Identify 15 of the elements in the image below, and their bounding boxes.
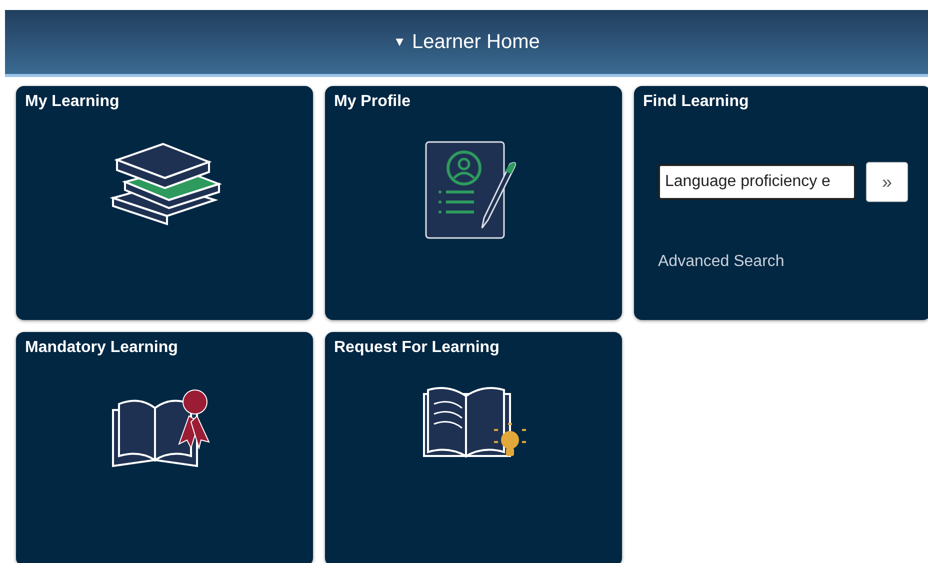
search-button[interactable]: » (866, 162, 908, 202)
tile-title: My Profile (334, 92, 412, 112)
tile[interactable]: Request For Learning (325, 332, 622, 563)
tile[interactable]: Mandatory Learning (16, 332, 313, 563)
search-field[interactable]: Language proficiency e (658, 164, 856, 200)
tile[interactable]: My Profile (325, 86, 622, 320)
advanced-search-link[interactable]: Advanced Search (658, 250, 922, 274)
tile-title: Request For Learning (334, 338, 500, 358)
tile[interactable]: My Learning (16, 86, 313, 320)
tile-title: Find Learning (643, 92, 750, 112)
page-title: Learner Home (412, 30, 540, 55)
caret-icon[interactable]: ▼ (393, 32, 406, 52)
tile[interactable]: Find Learning Language proficiency e » Advanced Search (634, 86, 928, 320)
tile-title: My Learning (25, 92, 120, 112)
tile-title: Mandatory Learning (25, 338, 179, 358)
